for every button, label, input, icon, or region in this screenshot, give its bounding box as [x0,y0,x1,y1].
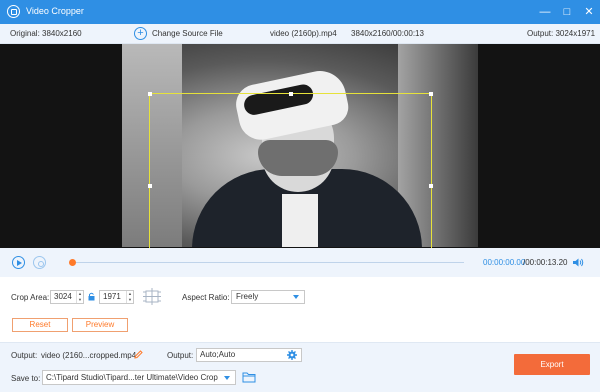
output-format-label: Output: [167,351,194,360]
edit-pencil-icon[interactable] [134,350,143,359]
source-resolution-duration: 3840x2160/00:00:13 [351,29,424,38]
reset-button[interactable]: Reset [12,318,68,332]
save-path-select[interactable]: C:\Tipard Studio\Tipard...ter Ultimate\V… [42,370,236,385]
export-button[interactable]: Export [514,354,590,375]
change-source-button[interactable]: Change Source File [152,29,223,38]
crop-handle-left[interactable] [148,184,152,188]
crop-handle-right[interactable] [429,184,433,188]
playback-controls: 00:00:00.00 /00:00:13.20 [0,248,600,277]
add-source-icon[interactable]: + [134,27,147,40]
aspect-ratio-label: Aspect Ratio: [182,293,230,302]
maximize-button[interactable]: □ [559,4,575,20]
stop-icon[interactable] [33,256,46,269]
crop-height-stepper[interactable]: ▲ ▼ [126,291,133,303]
play-icon[interactable] [12,256,25,269]
crop-area-label: Crop Area: [11,293,50,302]
output-resolution: Output: 3024x1971 [527,29,596,38]
crop-width-value: 3024 [54,292,72,301]
chevron-down-icon [224,376,230,380]
crop-height-input[interactable]: 1971 ▲ ▼ [99,290,134,304]
gear-icon[interactable] [287,350,297,360]
output-format-value: Auto;Auto [200,350,236,359]
current-time: 00:00:00.00 [483,258,526,267]
lock-icon[interactable] [88,292,95,301]
chevron-down-icon [293,295,299,299]
total-time: /00:00:13.20 [523,258,568,267]
app-logo-icon [7,5,20,18]
center-crop-icon[interactable] [143,288,161,305]
aspect-ratio-select[interactable]: Freely [231,290,305,304]
info-bar: Original: 3840x2160 + Change Source File… [0,24,600,44]
preview-button[interactable]: Preview [72,318,128,332]
save-to-label: Save to: [11,374,41,383]
volume-icon[interactable] [572,257,584,268]
crop-handle-top-left[interactable] [148,92,152,96]
progress-thumb[interactable] [69,259,76,266]
source-filename: video (2160p).mp4 [270,29,337,38]
title-bar: Video Cropper — □ ✕ [0,0,600,24]
original-resolution: Original: 3840x2160 [10,29,82,38]
crop-height-value: 1971 [103,292,121,301]
save-path-value: C:\Tipard Studio\Tipard...ter Ultimate\V… [46,373,218,382]
output-bar: Output: video (2160...cropped.mp4 Output… [0,342,600,392]
close-button[interactable]: ✕ [581,4,597,20]
output-label: Output: [11,351,38,360]
progress-track[interactable] [72,262,464,263]
minimize-button[interactable]: — [537,4,553,20]
folder-icon[interactable] [242,371,256,383]
crop-panel: Crop Area: 3024 ▲ ▼ 1971 ▲ ▼ Aspect Ratio:… [0,277,600,342]
crop-handle-top-right[interactable] [429,92,433,96]
crop-handle-top[interactable] [289,92,293,96]
crop-width-stepper[interactable]: ▲ ▼ [76,291,83,303]
video-stage [0,44,600,278]
window-title: Video Cropper [26,6,84,16]
aspect-ratio-value: Freely [236,292,259,301]
crop-width-input[interactable]: 3024 ▲ ▼ [50,290,84,304]
output-format-field[interactable]: Auto;Auto [196,348,302,362]
output-filename: video (2160...cropped.mp4 [41,351,137,360]
